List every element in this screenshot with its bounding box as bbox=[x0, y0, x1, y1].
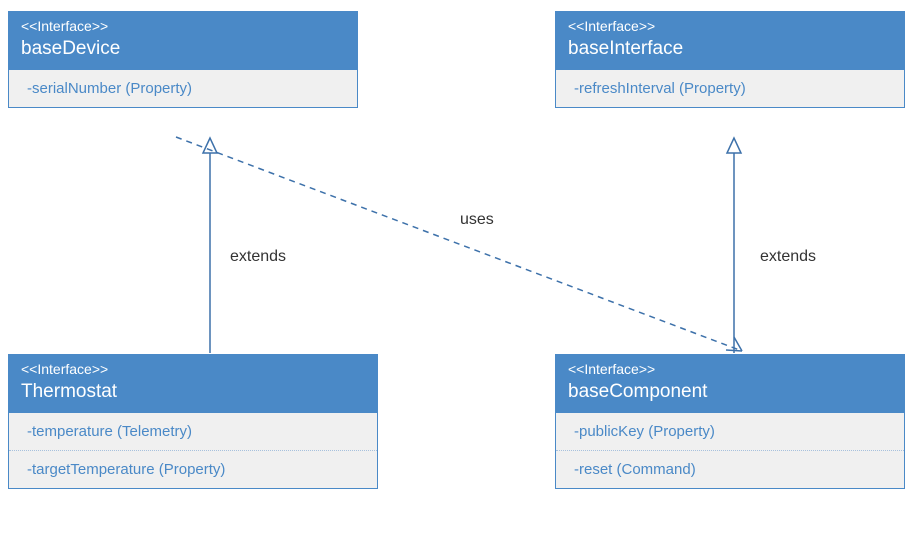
uml-title: baseInterface bbox=[568, 38, 892, 60]
uml-box-thermostat: <<Interface>> Thermostat -temperature (T… bbox=[8, 354, 378, 489]
uml-attribute: -reset (Command) bbox=[556, 450, 904, 488]
uml-attribute: -publicKey (Property) bbox=[556, 413, 904, 450]
uml-title: Thermostat bbox=[21, 381, 365, 403]
uml-title: baseDevice bbox=[21, 38, 345, 60]
uml-header: <<Interface>> baseDevice bbox=[9, 12, 357, 70]
uml-body: -serialNumber (Property) bbox=[9, 70, 357, 107]
uml-box-baseinterface: <<Interface>> baseInterface -refreshInte… bbox=[555, 11, 905, 108]
uml-box-basecomponent: <<Interface>> baseComponent -publicKey (… bbox=[555, 354, 905, 489]
uml-attribute: -refreshInterval (Property) bbox=[556, 70, 904, 107]
uml-stereotype: <<Interface>> bbox=[21, 18, 345, 34]
uml-header: <<Interface>> Thermostat bbox=[9, 355, 377, 413]
uml-header: <<Interface>> baseComponent bbox=[556, 355, 904, 413]
uml-stereotype: <<Interface>> bbox=[568, 361, 892, 377]
label-uses: uses bbox=[460, 211, 494, 229]
uml-body: -temperature (Telemetry) -targetTemperat… bbox=[9, 413, 377, 488]
uml-stereotype: <<Interface>> bbox=[568, 18, 892, 34]
uml-title: baseComponent bbox=[568, 381, 892, 403]
uml-header: <<Interface>> baseInterface bbox=[556, 12, 904, 70]
uml-stereotype: <<Interface>> bbox=[21, 361, 365, 377]
label-extends-left: extends bbox=[230, 248, 286, 266]
uml-body: -publicKey (Property) -reset (Command) bbox=[556, 413, 904, 488]
uml-attribute: -temperature (Telemetry) bbox=[9, 413, 377, 450]
uml-body: -refreshInterval (Property) bbox=[556, 70, 904, 107]
uml-attribute: -targetTemperature (Property) bbox=[9, 450, 377, 488]
uml-attribute: -serialNumber (Property) bbox=[9, 70, 357, 107]
label-extends-right: extends bbox=[760, 248, 816, 266]
uml-box-basedevice: <<Interface>> baseDevice -serialNumber (… bbox=[8, 11, 358, 108]
